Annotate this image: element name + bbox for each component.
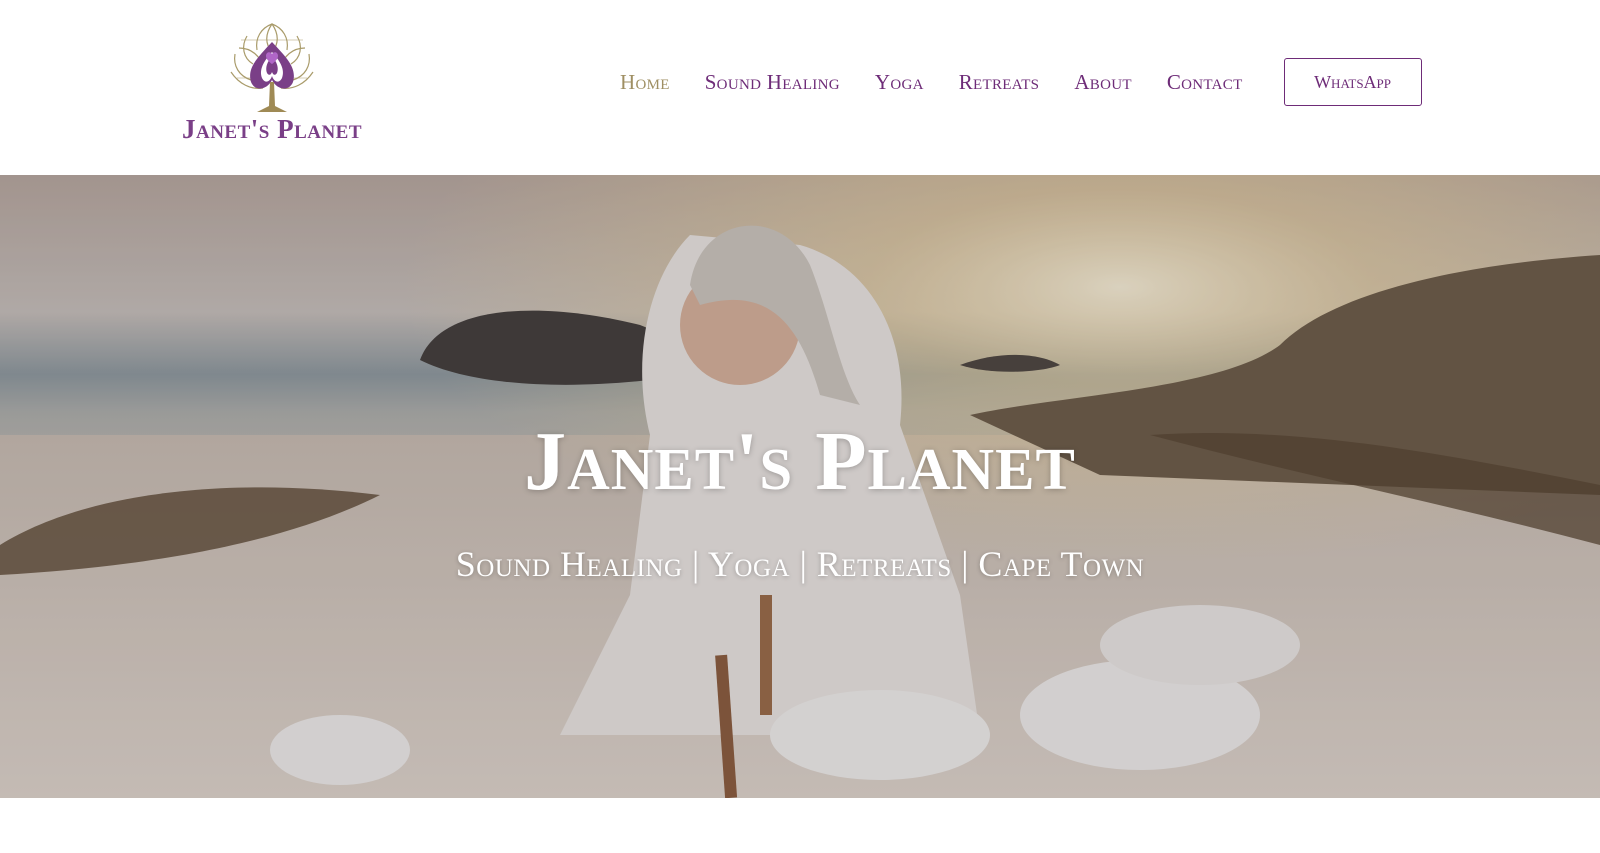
hero-title: Janet's Planet: [524, 415, 1076, 508]
nav-item-sound-healing[interactable]: Sound Healing: [705, 70, 840, 95]
whatsapp-button[interactable]: WhatsApp: [1283, 58, 1422, 106]
logo-text: Janet's Planet: [181, 114, 363, 144]
nav-item-retreats[interactable]: Retreats: [959, 70, 1040, 95]
page-bottom-spacer: [0, 798, 1600, 853]
nav-item-contact[interactable]: Contact: [1167, 70, 1243, 95]
site-logo[interactable]: Janet's Planet: [172, 18, 372, 153]
nav-item-home[interactable]: Home: [620, 70, 670, 95]
site-header: Janet's Planet Home Sound Healing Yoga R…: [0, 0, 1600, 175]
nav-item-yoga[interactable]: Yoga: [875, 70, 924, 95]
nav-item-about[interactable]: About: [1074, 70, 1132, 95]
hero-subtitle: Sound Healing | Yoga | Retreats | Cape T…: [455, 544, 1145, 584]
lotus-tree-heart-icon: [230, 22, 314, 112]
main-nav: Home Sound Healing Yoga Retreats About C…: [620, 58, 1600, 106]
hero-section: Janet's Planet Sound Healing | Yoga | Re…: [0, 175, 1600, 798]
